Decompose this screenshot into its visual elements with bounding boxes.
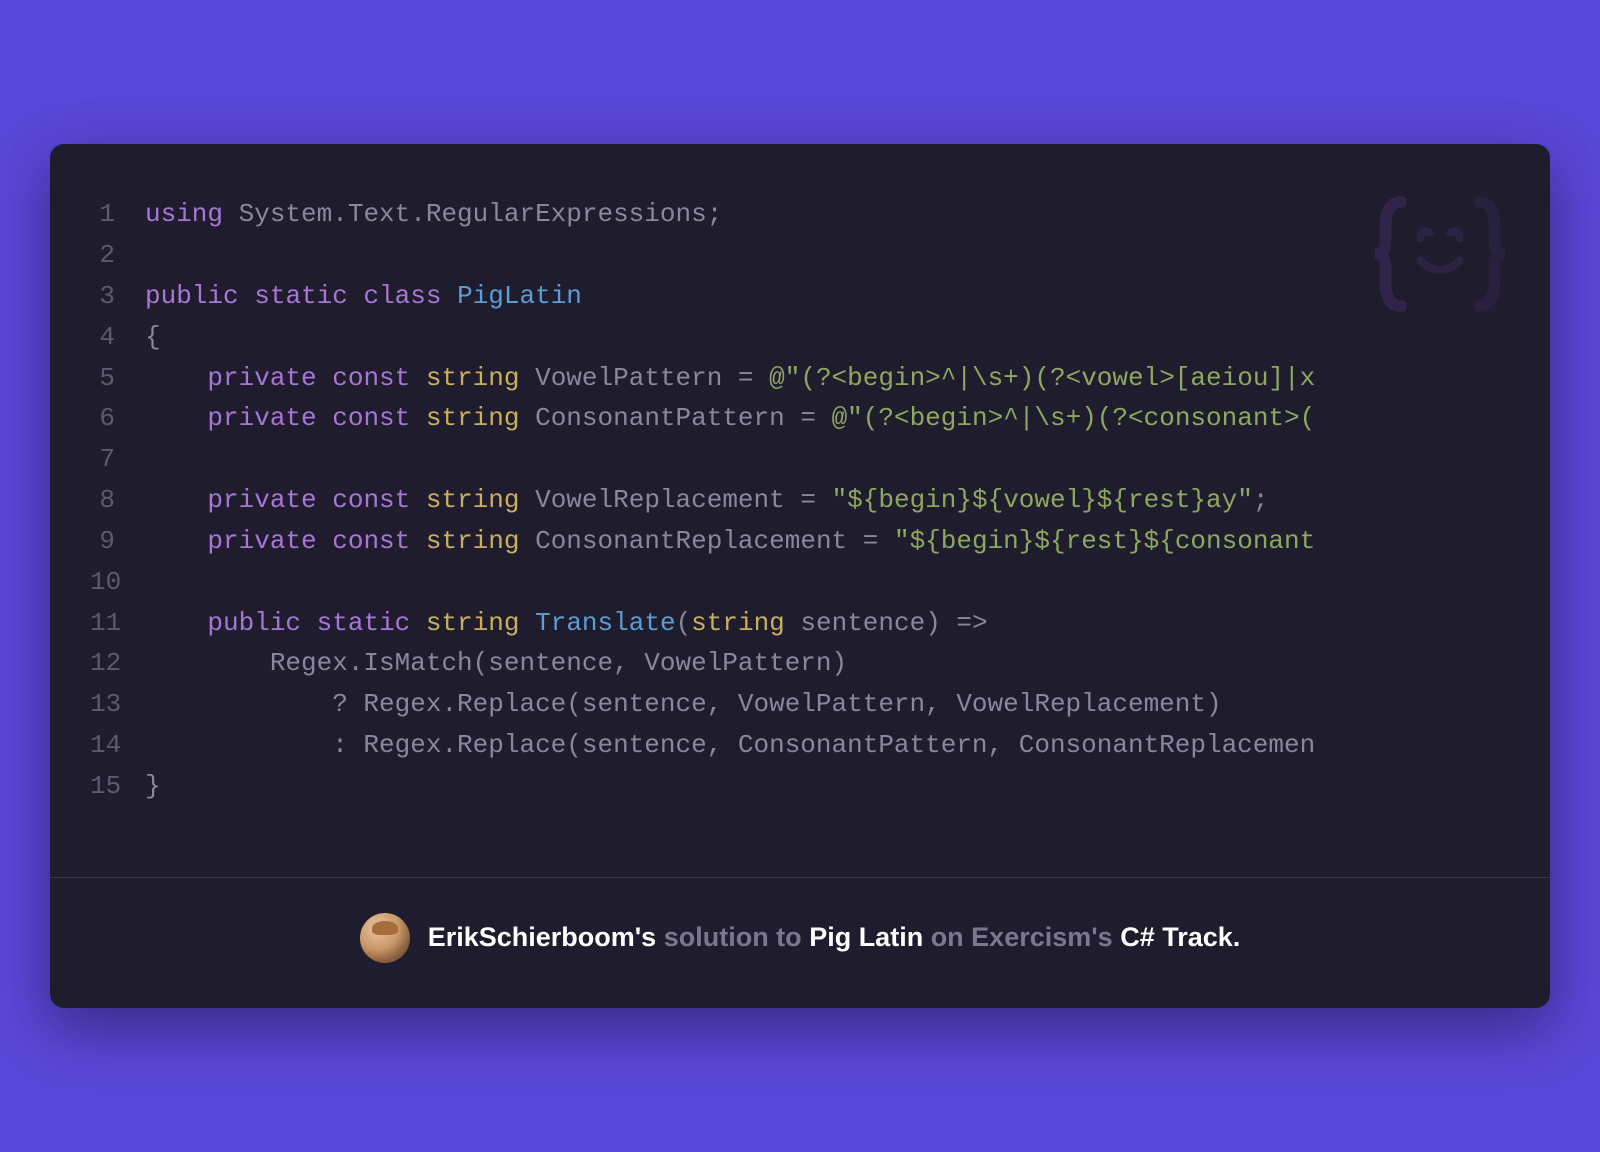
code-card: 1using System.Text.RegularExpressions;23…: [50, 144, 1550, 1007]
code-line: 10: [90, 562, 1510, 603]
caption-text-2: on Exercism's: [923, 922, 1120, 952]
line-number: 14: [90, 725, 145, 766]
line-content: ? Regex.Replace(sentence, VowelPattern, …: [145, 684, 1510, 725]
line-number: 12: [90, 643, 145, 684]
line-number: 11: [90, 603, 145, 644]
line-number: 5: [90, 358, 145, 399]
line-number: 1: [90, 194, 145, 235]
code-line: 6 private const string ConsonantPattern …: [90, 398, 1510, 439]
line-number: 8: [90, 480, 145, 521]
code-line: 15}: [90, 766, 1510, 807]
code-line: 3public static class PigLatin: [90, 276, 1510, 317]
author-avatar: [360, 913, 410, 963]
line-number: 13: [90, 684, 145, 725]
line-content: private const string VowelReplacement = …: [145, 480, 1510, 521]
line-content: private const string ConsonantPattern = …: [145, 398, 1510, 439]
code-line: 12 Regex.IsMatch(sentence, VowelPattern): [90, 643, 1510, 684]
caption-text-1: solution to: [656, 922, 809, 952]
exercism-logo-icon: [1375, 189, 1505, 319]
line-content: Regex.IsMatch(sentence, VowelPattern): [145, 643, 1510, 684]
line-content: public static string Translate(string se…: [145, 603, 1510, 644]
code-line: 5 private const string VowelPattern = @"…: [90, 358, 1510, 399]
line-content: public static class PigLatin: [145, 276, 1510, 317]
line-number: 7: [90, 439, 145, 480]
line-content: {: [145, 317, 1510, 358]
code-line: 1using System.Text.RegularExpressions;: [90, 194, 1510, 235]
author-name: ErikSchierboom's: [428, 922, 657, 952]
code-line: 2: [90, 235, 1510, 276]
line-content: using System.Text.RegularExpressions;: [145, 194, 1510, 235]
line-number: 4: [90, 317, 145, 358]
line-number: 3: [90, 276, 145, 317]
line-content: : Regex.Replace(sentence, ConsonantPatte…: [145, 725, 1510, 766]
line-number: 15: [90, 766, 145, 807]
line-content: }: [145, 766, 1510, 807]
line-content: private const string ConsonantReplacemen…: [145, 521, 1510, 562]
code-line: 8 private const string VowelReplacement …: [90, 480, 1510, 521]
line-number: 9: [90, 521, 145, 562]
line-content: [145, 235, 1510, 276]
code-line: 11 public static string Translate(string…: [90, 603, 1510, 644]
code-line: 13 ? Regex.Replace(sentence, VowelPatter…: [90, 684, 1510, 725]
line-number: 2: [90, 235, 145, 276]
code-line: 9 private const string ConsonantReplacem…: [90, 521, 1510, 562]
code-line: 14 : Regex.Replace(sentence, ConsonantPa…: [90, 725, 1510, 766]
track-name: C# Track.: [1120, 922, 1240, 952]
code-lines: 1using System.Text.RegularExpressions;23…: [90, 194, 1510, 806]
line-content: private const string VowelPattern = @"(?…: [145, 358, 1510, 399]
code-line: 7: [90, 439, 1510, 480]
exercise-name: Pig Latin: [809, 922, 923, 952]
line-content: [145, 439, 1510, 480]
caption: ErikSchierboom's solution to Pig Latin o…: [428, 922, 1241, 953]
code-line: 4{: [90, 317, 1510, 358]
line-number: 10: [90, 562, 145, 603]
line-content: [145, 562, 1510, 603]
code-area: 1using System.Text.RegularExpressions;23…: [50, 144, 1550, 876]
footer: ErikSchierboom's solution to Pig Latin o…: [50, 878, 1550, 1008]
line-number: 6: [90, 398, 145, 439]
